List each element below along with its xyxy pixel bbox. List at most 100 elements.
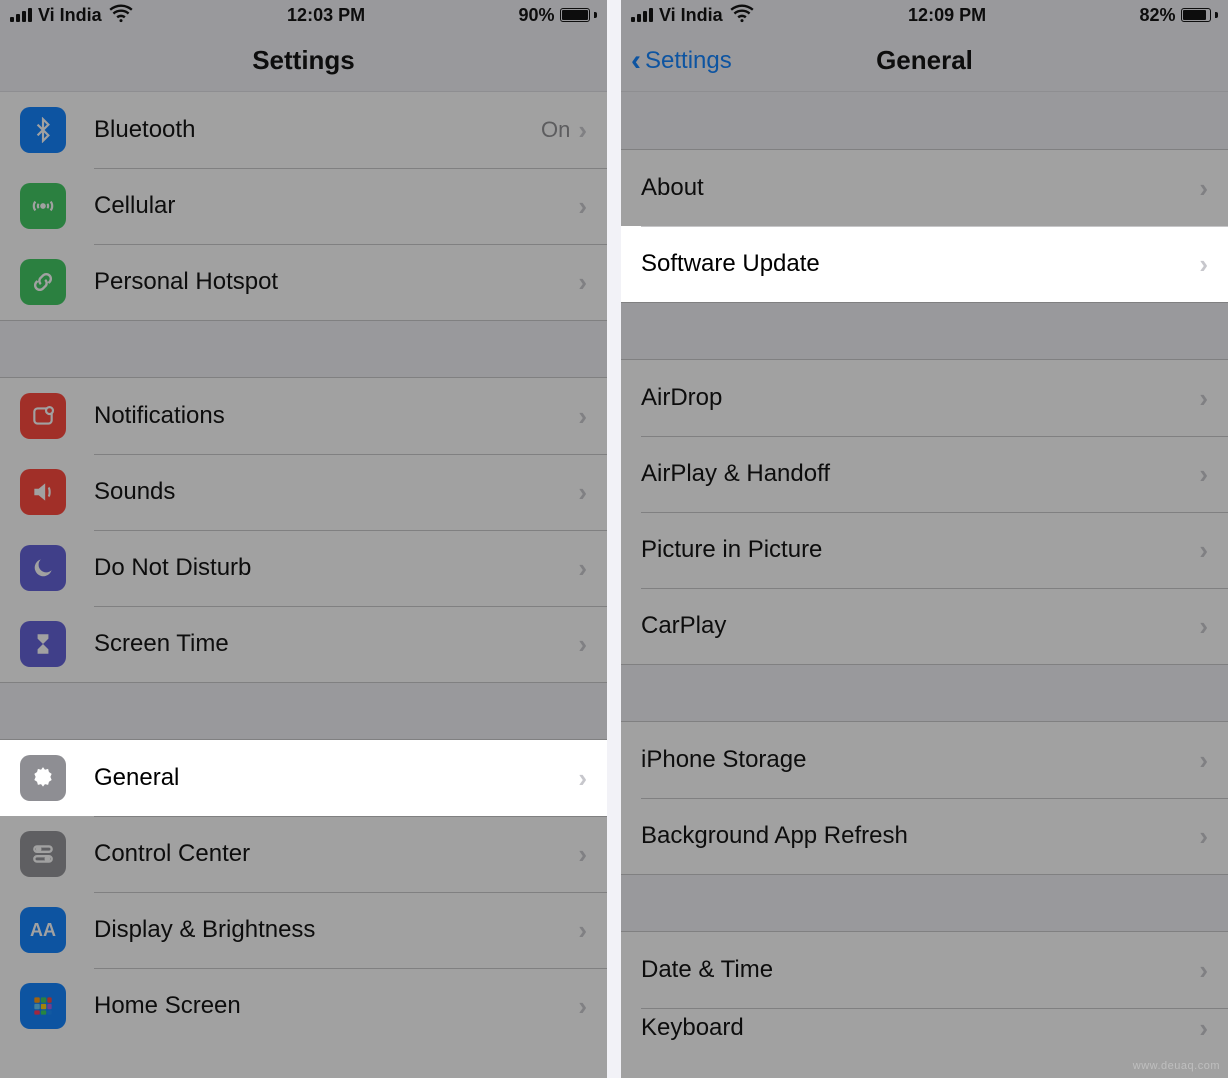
row-label: Sounds — [94, 478, 578, 506]
clock: 12:09 PM — [908, 5, 986, 26]
list-group: AirDrop › AirPlay & Handoff › Picture in… — [621, 360, 1228, 664]
row-airplay[interactable]: AirPlay & Handoff › — [621, 436, 1228, 512]
toggles-icon — [20, 831, 66, 877]
row-label: Picture in Picture — [641, 536, 1199, 564]
grid-icon — [20, 983, 66, 1029]
row-keyboard[interactable]: Keyboard › — [621, 1008, 1228, 1048]
chevron-right-icon: › — [578, 629, 587, 660]
row-controlcenter[interactable]: Control Center › — [0, 816, 607, 892]
row-label: Keyboard — [641, 1014, 1199, 1042]
row-label: Personal Hotspot — [94, 268, 578, 296]
chevron-right-icon: › — [1199, 173, 1208, 204]
row-about[interactable]: About › — [621, 150, 1228, 226]
chevron-right-icon: › — [578, 115, 587, 146]
row-display[interactable]: AA Display & Brightness › — [0, 892, 607, 968]
section-gap — [0, 320, 607, 378]
signal-icon — [631, 8, 653, 22]
row-label: Software Update — [641, 250, 1199, 278]
battery-percent: 90% — [518, 5, 554, 26]
row-bluetooth[interactable]: Bluetooth On › — [0, 92, 607, 168]
section-gap — [621, 92, 1228, 150]
chevron-right-icon: › — [1199, 955, 1208, 986]
status-bar: Vi India 12:09 PM 82% — [621, 0, 1228, 30]
carrier-label: Vi India — [659, 5, 723, 26]
list-group: General › Control Center › AA Display & … — [0, 740, 607, 1044]
row-label: CarPlay — [641, 612, 1199, 640]
hourglass-icon — [20, 621, 66, 667]
antenna-icon — [20, 183, 66, 229]
bluetooth-icon — [20, 107, 66, 153]
chevron-right-icon: › — [578, 763, 587, 794]
row-carplay[interactable]: CarPlay › — [621, 588, 1228, 664]
row-value: On — [541, 117, 570, 143]
row-label: Do Not Disturb — [94, 554, 578, 582]
chevron-right-icon: › — [578, 477, 587, 508]
row-label: Background App Refresh — [641, 822, 1199, 850]
row-software-update[interactable]: Software Update › — [621, 226, 1228, 302]
row-homescreen[interactable]: Home Screen › — [0, 968, 607, 1044]
watermark: www.deuaq.com — [1133, 1060, 1220, 1072]
aa-icon: AA — [20, 907, 66, 953]
wifi-icon — [108, 0, 134, 31]
notification-icon — [20, 393, 66, 439]
row-label: Bluetooth — [94, 116, 541, 144]
battery-percent: 82% — [1139, 5, 1175, 26]
chevron-right-icon: › — [578, 839, 587, 870]
row-airdrop[interactable]: AirDrop › — [621, 360, 1228, 436]
chevron-right-icon: › — [578, 915, 587, 946]
chevron-right-icon: › — [578, 401, 587, 432]
row-notifications[interactable]: Notifications › — [0, 378, 607, 454]
row-label: Control Center — [94, 840, 578, 868]
row-hotspot[interactable]: Personal Hotspot › — [0, 244, 607, 320]
row-screentime[interactable]: Screen Time › — [0, 606, 607, 682]
chevron-right-icon: › — [578, 553, 587, 584]
row-general[interactable]: General › — [0, 740, 607, 816]
row-bgrefresh[interactable]: Background App Refresh › — [621, 798, 1228, 874]
status-bar: Vi India 12:03 PM 90% — [0, 0, 607, 30]
list-group: Notifications › Sounds › Do Not Disturb … — [0, 378, 607, 682]
row-label: About — [641, 174, 1199, 202]
chevron-right-icon: › — [1199, 821, 1208, 852]
row-label: Display & Brightness — [94, 916, 578, 944]
back-label: Settings — [645, 47, 732, 75]
speaker-icon — [20, 469, 66, 515]
section-gap — [621, 302, 1228, 360]
general-screen: Vi India 12:09 PM 82% ‹ Settings General — [621, 0, 1228, 1078]
chevron-right-icon: › — [578, 991, 587, 1022]
chevron-left-icon: ‹ — [631, 46, 641, 76]
row-dnd[interactable]: Do Not Disturb › — [0, 530, 607, 606]
chevron-right-icon: › — [578, 191, 587, 222]
chevron-right-icon: › — [578, 267, 587, 298]
row-sounds[interactable]: Sounds › — [0, 454, 607, 530]
row-storage[interactable]: iPhone Storage › — [621, 722, 1228, 798]
row-label: AirDrop — [641, 384, 1199, 412]
page-title: Settings — [252, 45, 355, 76]
row-label: Notifications — [94, 402, 578, 430]
row-label: iPhone Storage — [641, 746, 1199, 774]
list-group: iPhone Storage › Background App Refresh … — [621, 722, 1228, 874]
row-label: AirPlay & Handoff — [641, 460, 1199, 488]
signal-icon — [10, 8, 32, 22]
chevron-right-icon: › — [1199, 383, 1208, 414]
back-button[interactable]: ‹ Settings — [631, 30, 732, 91]
row-pip[interactable]: Picture in Picture › — [621, 512, 1228, 588]
list-group: About › Software Update › — [621, 150, 1228, 302]
nav-bar: ‹ Settings General — [621, 30, 1228, 92]
page-title: General — [876, 45, 973, 76]
clock: 12:03 PM — [287, 5, 365, 26]
nav-bar: Settings — [0, 30, 607, 92]
row-cellular[interactable]: Cellular › — [0, 168, 607, 244]
row-label: Home Screen — [94, 992, 578, 1020]
list-group: Date & Time › Keyboard › — [621, 932, 1228, 1048]
section-gap — [0, 682, 607, 740]
link-icon — [20, 259, 66, 305]
row-datetime[interactable]: Date & Time › — [621, 932, 1228, 1008]
chevron-right-icon: › — [1199, 459, 1208, 490]
battery-icon — [1181, 8, 1218, 22]
list-group: Bluetooth On › Cellular › Personal Hotsp… — [0, 92, 607, 320]
row-label: General — [94, 764, 578, 792]
wifi-icon — [729, 0, 755, 31]
section-gap — [621, 874, 1228, 932]
section-gap — [621, 664, 1228, 722]
row-label: Date & Time — [641, 956, 1199, 984]
